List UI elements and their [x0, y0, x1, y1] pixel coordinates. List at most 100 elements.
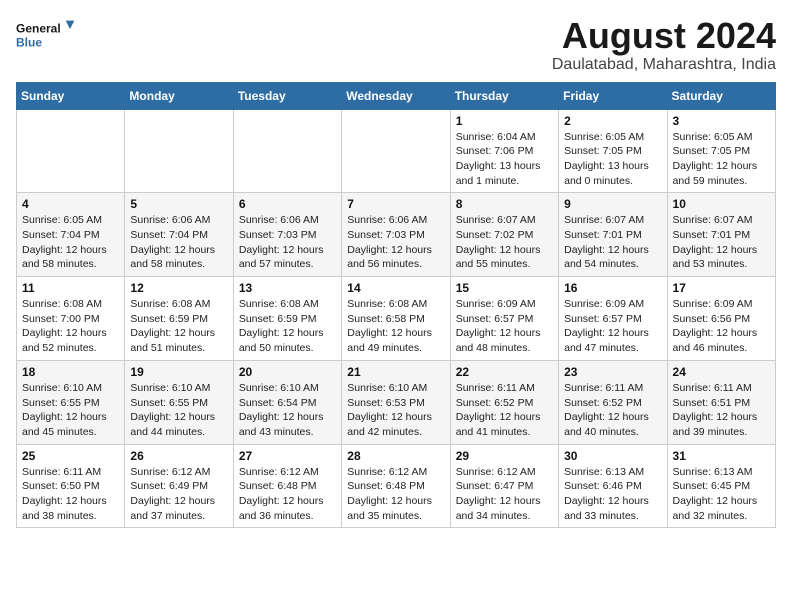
- cell-day-number: 22: [456, 365, 553, 379]
- svg-text:Blue: Blue: [16, 35, 42, 49]
- cell-info-text: Sunrise: 6:11 AM Sunset: 6:50 PM Dayligh…: [22, 465, 119, 524]
- calendar-cell: [125, 109, 233, 193]
- calendar-cell: 21 Sunrise: 6:10 AM Sunset: 6:53 PM Dayli…: [342, 360, 450, 444]
- cell-info-text: Sunrise: 6:06 AM Sunset: 7:03 PM Dayligh…: [239, 213, 336, 272]
- calendar-week-row: 11Sunrise: 6:08 AM Sunset: 7:00 PM Dayli…: [17, 277, 776, 361]
- calendar-cell: 6 Sunrise: 6:06 AM Sunset: 7:03 PM Daylig…: [233, 193, 341, 277]
- logo: General Blue: [16, 16, 76, 56]
- cell-info-text: Sunrise: 6:06 AM Sunset: 7:03 PM Dayligh…: [347, 213, 444, 272]
- cell-day-number: 10: [673, 197, 770, 211]
- calendar-day-header: Sunday: [17, 82, 125, 109]
- cell-day-number: 26: [130, 449, 227, 463]
- cell-info-text: Sunrise: 6:08 AM Sunset: 6:58 PM Dayligh…: [347, 297, 444, 356]
- cell-info-text: Sunrise: 6:10 AM Sunset: 6:55 PM Dayligh…: [22, 381, 119, 440]
- cell-info-text: Sunrise: 6:05 AM Sunset: 7:05 PM Dayligh…: [564, 130, 661, 189]
- cell-day-number: 25: [22, 449, 119, 463]
- cell-day-number: 4: [22, 197, 119, 211]
- cell-info-text: Sunrise: 6:06 AM Sunset: 7:04 PM Dayligh…: [130, 213, 227, 272]
- calendar-cell: 24 Sunrise: 6:11 AM Sunset: 6:51 PM Dayli…: [667, 360, 775, 444]
- calendar-cell: 13 Sunrise: 6:08 AM Sunset: 6:59 PM Dayli…: [233, 277, 341, 361]
- cell-day-number: 30: [564, 449, 661, 463]
- cell-day-number: 13: [239, 281, 336, 295]
- page-title: August 2024: [552, 16, 776, 56]
- calendar-cell: 20 Sunrise: 6:10 AM Sunset: 6:54 PM Dayli…: [233, 360, 341, 444]
- cell-day-number: 18: [22, 365, 119, 379]
- cell-info-text: Sunrise: 6:09 AM Sunset: 6:57 PM Dayligh…: [564, 297, 661, 356]
- calendar-cell: 11Sunrise: 6:08 AM Sunset: 7:00 PM Dayli…: [17, 277, 125, 361]
- cell-info-text: Sunrise: 6:10 AM Sunset: 6:54 PM Dayligh…: [239, 381, 336, 440]
- cell-day-number: 6: [239, 197, 336, 211]
- calendar-cell: 25 Sunrise: 6:11 AM Sunset: 6:50 PM Dayli…: [17, 444, 125, 528]
- calendar-cell: 8Sunrise: 6:07 AM Sunset: 7:02 PM Daylig…: [450, 193, 558, 277]
- cell-day-number: 19: [130, 365, 227, 379]
- cell-info-text: Sunrise: 6:05 AM Sunset: 7:04 PM Dayligh…: [22, 213, 119, 272]
- calendar-day-header: Tuesday: [233, 82, 341, 109]
- cell-info-text: Sunrise: 6:11 AM Sunset: 6:52 PM Dayligh…: [564, 381, 661, 440]
- cell-day-number: 12: [130, 281, 227, 295]
- cell-info-text: Sunrise: 6:05 AM Sunset: 7:05 PM Dayligh…: [673, 130, 770, 189]
- title-block: August 2024 Daulatabad, Maharashtra, Ind…: [552, 16, 776, 74]
- calendar-cell: 28 Sunrise: 6:12 AM Sunset: 6:48 PM Dayli…: [342, 444, 450, 528]
- calendar-cell: 9 Sunrise: 6:07 AM Sunset: 7:01 PM Daylig…: [559, 193, 667, 277]
- cell-info-text: Sunrise: 6:08 AM Sunset: 7:00 PM Dayligh…: [22, 297, 119, 356]
- calendar-cell: [233, 109, 341, 193]
- cell-day-number: 14: [347, 281, 444, 295]
- cell-info-text: Sunrise: 6:12 AM Sunset: 6:47 PM Dayligh…: [456, 465, 553, 524]
- cell-info-text: Sunrise: 6:13 AM Sunset: 6:46 PM Dayligh…: [564, 465, 661, 524]
- calendar-day-header: Monday: [125, 82, 233, 109]
- calendar-week-row: 18 Sunrise: 6:10 AM Sunset: 6:55 PM Dayli…: [17, 360, 776, 444]
- calendar-table: SundayMondayTuesdayWednesdayThursdayFrid…: [16, 82, 776, 529]
- cell-info-text: Sunrise: 6:10 AM Sunset: 6:53 PM Dayligh…: [347, 381, 444, 440]
- page-subtitle: Daulatabad, Maharashtra, India: [552, 56, 776, 74]
- cell-info-text: Sunrise: 6:12 AM Sunset: 6:49 PM Dayligh…: [130, 465, 227, 524]
- cell-day-number: 3: [673, 114, 770, 128]
- cell-info-text: Sunrise: 6:08 AM Sunset: 6:59 PM Dayligh…: [130, 297, 227, 356]
- cell-info-text: Sunrise: 6:12 AM Sunset: 6:48 PM Dayligh…: [239, 465, 336, 524]
- cell-info-text: Sunrise: 6:04 AM Sunset: 7:06 PM Dayligh…: [456, 130, 553, 189]
- calendar-week-row: 4 Sunrise: 6:05 AM Sunset: 7:04 PM Daylig…: [17, 193, 776, 277]
- calendar-cell: 12 Sunrise: 6:08 AM Sunset: 6:59 PM Dayli…: [125, 277, 233, 361]
- cell-day-number: 1: [456, 114, 553, 128]
- calendar-cell: 17 Sunrise: 6:09 AM Sunset: 6:56 PM Dayli…: [667, 277, 775, 361]
- cell-day-number: 21: [347, 365, 444, 379]
- calendar-cell: 15Sunrise: 6:09 AM Sunset: 6:57 PM Dayli…: [450, 277, 558, 361]
- cell-info-text: Sunrise: 6:09 AM Sunset: 6:56 PM Dayligh…: [673, 297, 770, 356]
- calendar-cell: 18 Sunrise: 6:10 AM Sunset: 6:55 PM Dayli…: [17, 360, 125, 444]
- cell-info-text: Sunrise: 6:12 AM Sunset: 6:48 PM Dayligh…: [347, 465, 444, 524]
- cell-info-text: Sunrise: 6:08 AM Sunset: 6:59 PM Dayligh…: [239, 297, 336, 356]
- cell-day-number: 27: [239, 449, 336, 463]
- cell-day-number: 2: [564, 114, 661, 128]
- cell-info-text: Sunrise: 6:11 AM Sunset: 6:52 PM Dayligh…: [456, 381, 553, 440]
- calendar-cell: 2 Sunrise: 6:05 AM Sunset: 7:05 PM Daylig…: [559, 109, 667, 193]
- cell-info-text: Sunrise: 6:09 AM Sunset: 6:57 PM Dayligh…: [456, 297, 553, 356]
- calendar-day-header: Saturday: [667, 82, 775, 109]
- cell-day-number: 16: [564, 281, 661, 295]
- calendar-cell: 29 Sunrise: 6:12 AM Sunset: 6:47 PM Dayli…: [450, 444, 558, 528]
- cell-day-number: 7: [347, 197, 444, 211]
- calendar-cell: 26 Sunrise: 6:12 AM Sunset: 6:49 PM Dayli…: [125, 444, 233, 528]
- cell-day-number: 24: [673, 365, 770, 379]
- cell-day-number: 28: [347, 449, 444, 463]
- calendar-cell: 19 Sunrise: 6:10 AM Sunset: 6:55 PM Dayli…: [125, 360, 233, 444]
- cell-day-number: 9: [564, 197, 661, 211]
- cell-day-number: 29: [456, 449, 553, 463]
- cell-info-text: Sunrise: 6:11 AM Sunset: 6:51 PM Dayligh…: [673, 381, 770, 440]
- calendar-cell: 22 Sunrise: 6:11 AM Sunset: 6:52 PM Dayli…: [450, 360, 558, 444]
- cell-day-number: 31: [673, 449, 770, 463]
- cell-day-number: 5: [130, 197, 227, 211]
- calendar-cell: 30 Sunrise: 6:13 AM Sunset: 6:46 PM Dayli…: [559, 444, 667, 528]
- calendar-day-header: Wednesday: [342, 82, 450, 109]
- calendar-day-header: Friday: [559, 82, 667, 109]
- cell-day-number: 17: [673, 281, 770, 295]
- cell-day-number: 20: [239, 365, 336, 379]
- calendar-cell: [17, 109, 125, 193]
- cell-info-text: Sunrise: 6:13 AM Sunset: 6:45 PM Dayligh…: [673, 465, 770, 524]
- calendar-cell: 4 Sunrise: 6:05 AM Sunset: 7:04 PM Daylig…: [17, 193, 125, 277]
- calendar-cell: 31 Sunrise: 6:13 AM Sunset: 6:45 PM Dayli…: [667, 444, 775, 528]
- page-header: General Blue August 2024 Daulatabad, Mah…: [16, 16, 776, 74]
- cell-info-text: Sunrise: 6:10 AM Sunset: 6:55 PM Dayligh…: [130, 381, 227, 440]
- cell-info-text: Sunrise: 6:07 AM Sunset: 7:01 PM Dayligh…: [564, 213, 661, 272]
- cell-info-text: Sunrise: 6:07 AM Sunset: 7:02 PM Dayligh…: [456, 213, 553, 272]
- calendar-week-row: 1 Sunrise: 6:04 AM Sunset: 7:06 PM Daylig…: [17, 109, 776, 193]
- calendar-week-row: 25 Sunrise: 6:11 AM Sunset: 6:50 PM Dayli…: [17, 444, 776, 528]
